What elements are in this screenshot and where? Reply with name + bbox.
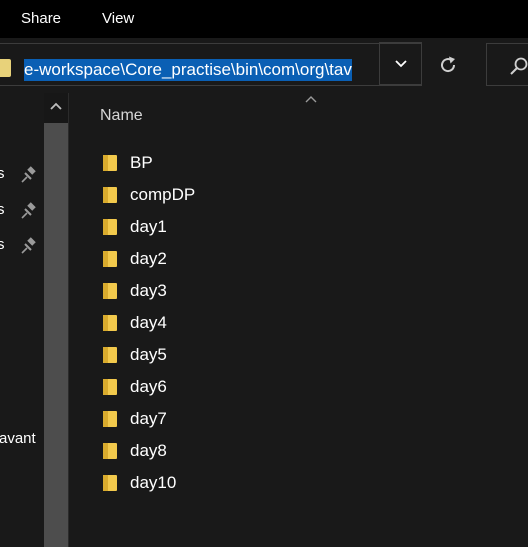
list-item[interactable]: day2 bbox=[102, 243, 195, 275]
folder-icon bbox=[103, 379, 117, 395]
list-item[interactable]: day6 bbox=[102, 371, 195, 403]
folder-icon bbox=[103, 155, 117, 171]
file-name: day5 bbox=[130, 345, 167, 364]
list-item[interactable]: day4 bbox=[102, 307, 195, 339]
folder-icon bbox=[0, 59, 11, 77]
refresh-icon bbox=[441, 56, 456, 72]
chevron-down-icon bbox=[394, 60, 407, 68]
list-item[interactable]: day8 bbox=[102, 435, 195, 467]
file-name: day7 bbox=[130, 409, 167, 428]
folder-icon bbox=[103, 443, 117, 459]
file-name: day6 bbox=[130, 377, 167, 396]
nav-scrollbar-thumb[interactable] bbox=[44, 123, 68, 547]
list-item[interactable]: day7 bbox=[102, 403, 195, 435]
folder-icon bbox=[103, 315, 117, 331]
folder-icon bbox=[103, 187, 117, 203]
folder-icon bbox=[103, 475, 117, 491]
tab-share[interactable]: Share bbox=[21, 10, 61, 27]
navigation-pane: s s s avant bbox=[0, 93, 68, 547]
nav-item-label[interactable]: s bbox=[0, 201, 5, 218]
address-row: e-workspace\Core_practise\bin\com\org\ta… bbox=[0, 38, 528, 93]
pin-icon[interactable] bbox=[20, 166, 38, 184]
file-name: day3 bbox=[130, 281, 167, 300]
address-bar[interactable]: e-workspace\Core_practise\bin\com\org\ta… bbox=[0, 43, 422, 86]
sort-ascending-icon bbox=[305, 96, 317, 103]
address-path[interactable]: e-workspace\Core_practise\bin\com\org\ta… bbox=[24, 59, 352, 81]
search-box[interactable] bbox=[486, 43, 528, 86]
file-name: compDP bbox=[130, 185, 196, 204]
list-item[interactable]: day5 bbox=[102, 339, 195, 371]
list-item[interactable]: day10 bbox=[102, 467, 195, 499]
nav-item-label[interactable]: avant bbox=[0, 430, 36, 447]
ribbon-tabs: Share View bbox=[0, 0, 528, 38]
list-item[interactable]: BP bbox=[102, 147, 195, 179]
folder-icon bbox=[103, 219, 117, 235]
nav-item-label[interactable]: s bbox=[0, 165, 5, 182]
file-name: day4 bbox=[130, 313, 167, 332]
list-item[interactable]: day1 bbox=[102, 211, 195, 243]
folder-icon bbox=[103, 251, 117, 267]
tab-view[interactable]: View bbox=[102, 10, 134, 27]
file-name: day2 bbox=[130, 249, 167, 268]
file-list: BP compDP day1 day2 day3 day4 day5 day6 bbox=[102, 147, 195, 499]
search-icon bbox=[510, 57, 528, 75]
pin-icon[interactable] bbox=[20, 237, 38, 255]
file-name: day10 bbox=[130, 473, 177, 492]
column-header-name[interactable]: Name bbox=[100, 107, 143, 125]
file-list-pane: Name BP compDP day1 day2 day3 day4 day5 bbox=[69, 93, 528, 547]
list-item[interactable]: compDP bbox=[102, 179, 195, 211]
folder-icon bbox=[103, 347, 117, 363]
scroll-up-arrow-icon[interactable] bbox=[49, 101, 63, 111]
nav-item-label[interactable]: s bbox=[0, 236, 5, 253]
folder-icon bbox=[103, 283, 117, 299]
folder-icon bbox=[103, 411, 117, 427]
pin-icon[interactable] bbox=[20, 202, 38, 220]
list-item[interactable]: day3 bbox=[102, 275, 195, 307]
address-history-button[interactable] bbox=[379, 42, 422, 85]
file-name: BP bbox=[130, 153, 153, 172]
refresh-button[interactable] bbox=[422, 43, 474, 86]
file-name: day8 bbox=[130, 441, 167, 460]
file-name: day1 bbox=[130, 217, 167, 236]
